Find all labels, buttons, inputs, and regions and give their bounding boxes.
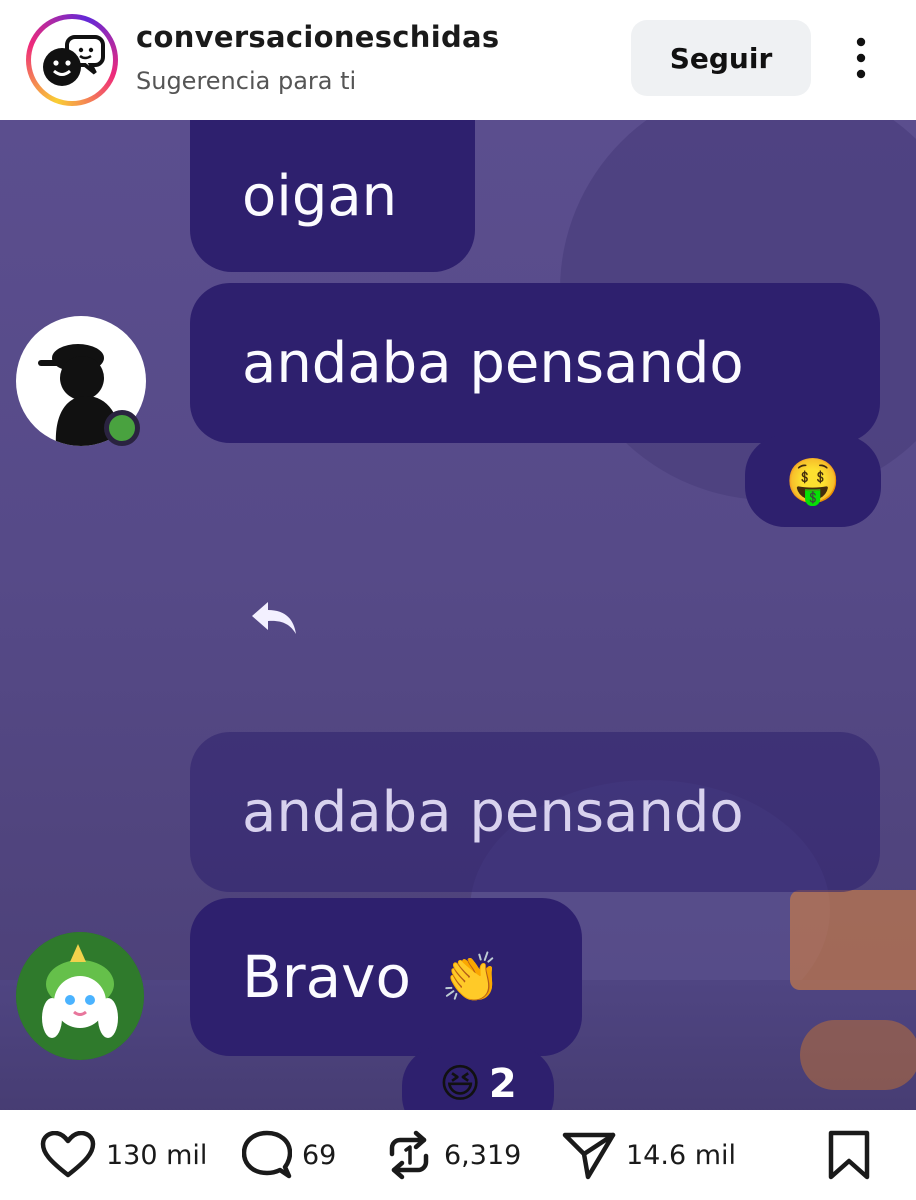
bookmark-icon [828,1130,870,1180]
repost-button[interactable]: 6,319 [384,1130,522,1180]
chat-message-text: andaba pensando [242,330,744,396]
more-vertical-icon[interactable] [846,36,876,80]
post-media[interactable]: oigan andaba pensando 🤑 andaba pensando … [0,120,916,1110]
like-count: 130 mil [106,1139,208,1171]
send-icon [562,1132,616,1180]
like-button[interactable]: 130 mil [40,1131,208,1178]
bookmark-button[interactable] [826,1130,872,1180]
repost-icon [389,1130,429,1180]
quoted-message-text: andaba pensando [242,779,744,845]
share-count: 14.6 mil [626,1139,737,1171]
chat-bubble: oigan [190,120,475,272]
money-mouth-emoji: 🤑 [785,456,841,507]
comment-count: 69 [302,1139,337,1171]
bunny-character-icon [16,932,144,1060]
chat-message-text: oigan [242,163,398,229]
quoted-reply-bubble: andaba pensando [190,732,880,892]
heart-icon [40,1131,96,1178]
post-actions: 130 mil 69 6,319 14.6 mil [0,1110,916,1200]
laughing-emoji: 😆 [439,1061,481,1107]
reaction-badge[interactable]: 🤑 [745,435,881,527]
follow-button[interactable]: Seguir [631,20,811,96]
background-object [800,1020,916,1090]
post-header: conversacioneschidas Sugerencia para ti … [0,0,916,120]
chat-message-text: Bravo [242,943,411,1011]
suggestion-label: Sugerencia para ti [136,67,357,95]
share-button[interactable]: 14.6 mil [562,1132,737,1180]
repost-count: 6,319 [444,1139,522,1171]
clapping-emoji: 👏 [441,949,501,1006]
account-username[interactable]: conversacioneschidas [136,20,499,54]
reaction-count: 2 [488,1061,517,1107]
chat-bubble: andaba pensando [190,283,880,443]
sender-avatar [16,932,144,1060]
reply-arrow-icon [250,598,300,636]
background-object [790,890,916,990]
comment-icon [242,1130,292,1179]
chat-faces-icon [31,19,113,101]
online-status-dot [104,410,140,446]
comment-button[interactable]: 69 [242,1130,337,1179]
account-avatar[interactable] [26,14,118,106]
reaction-badge[interactable]: 😆 2 [402,1046,554,1110]
chat-bubble: Bravo 👏 [190,898,582,1056]
